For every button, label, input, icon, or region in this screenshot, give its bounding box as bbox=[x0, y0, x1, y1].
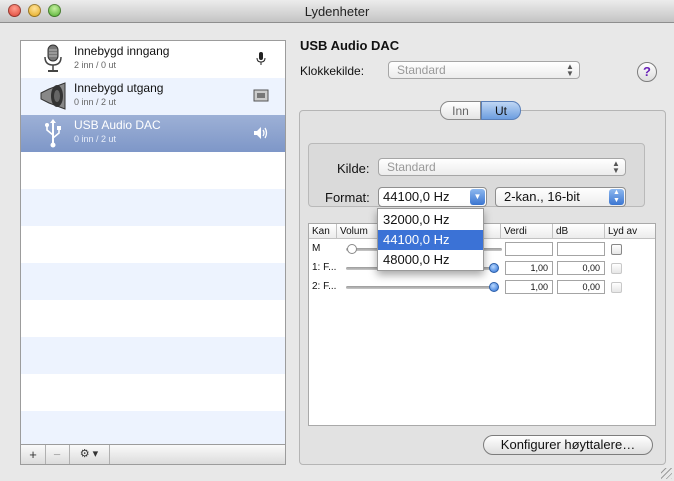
gear-menu-button[interactable]: ⚙ ▾ bbox=[69, 445, 110, 464]
empty-row-stripe bbox=[21, 411, 285, 448]
source-value: Standard bbox=[387, 160, 436, 174]
format-dropdown-menu: 32000,0 Hz 44100,0 Hz 48000,0 Hz bbox=[377, 208, 484, 271]
mic-status-icon bbox=[256, 52, 266, 65]
device-channels: 0 inn / 2 ut bbox=[74, 97, 117, 107]
db-field[interactable]: 0,00 bbox=[557, 261, 605, 275]
usb-icon bbox=[45, 119, 61, 148]
device-name: Innebygd utgang bbox=[74, 81, 164, 95]
value-field[interactable]: 1,00 bbox=[505, 280, 553, 294]
resize-grip-icon[interactable] bbox=[661, 468, 672, 479]
device-list-panel: Innebygd inngang 2 inn / 0 ut Innebygd u… bbox=[20, 40, 286, 465]
column-header-db[interactable]: dB bbox=[553, 224, 605, 239]
tab-ut[interactable]: Ut bbox=[481, 101, 521, 120]
channels-value: 2-kan., 16-bit bbox=[504, 189, 580, 204]
speaker-icon bbox=[40, 82, 66, 110]
device-name: USB Audio DAC bbox=[74, 118, 161, 132]
device-channels: 0 inn / 2 ut bbox=[74, 134, 117, 144]
device-title: USB Audio DAC bbox=[300, 38, 400, 53]
source-popup[interactable]: Standard ▲ ▼ bbox=[378, 158, 626, 176]
clock-source-popup[interactable]: Standard ▲ ▼ bbox=[388, 61, 580, 79]
volume-slider-knob[interactable] bbox=[347, 244, 357, 254]
device-channels: 2 inn / 0 ut bbox=[74, 60, 117, 70]
clock-source-label: Klokkekilde: bbox=[300, 64, 365, 78]
empty-row-stripe bbox=[21, 263, 285, 300]
column-header-lyd-av[interactable]: Lyd av bbox=[605, 224, 655, 239]
mute-checkbox[interactable] bbox=[611, 263, 622, 274]
format-popup[interactable]: 44100,0 Hz ▼ bbox=[378, 187, 487, 207]
speaker-volume-icon bbox=[254, 127, 268, 139]
db-field[interactable]: 0,00 bbox=[557, 280, 605, 294]
device-name: Innebygd inngang bbox=[74, 44, 170, 58]
device-toolbar: + − ⚙ ▾ bbox=[21, 444, 285, 464]
format-option[interactable]: 48000,0 Hz bbox=[378, 250, 483, 270]
window-title: Lydenheter bbox=[304, 4, 370, 19]
popup-arrows-icon: ▲ ▼ bbox=[612, 159, 620, 175]
help-button[interactable]: ? bbox=[637, 62, 657, 82]
device-row-usb-audio-dac[interactable]: USB Audio DAC 0 inn / 2 ut bbox=[21, 115, 285, 152]
clock-source-value: Standard bbox=[397, 63, 446, 77]
format-label: Format: bbox=[325, 190, 370, 205]
mute-checkbox[interactable] bbox=[611, 282, 622, 293]
tab-inn[interactable]: Inn bbox=[440, 101, 481, 120]
column-header-kan[interactable]: Kan bbox=[309, 224, 337, 239]
channel-name: 2: F... bbox=[312, 281, 337, 292]
source-label: Kilde: bbox=[337, 161, 370, 176]
volume-slider-knob[interactable] bbox=[489, 263, 499, 273]
mute-checkbox[interactable] bbox=[611, 244, 622, 255]
title-bar: Lydenheter bbox=[0, 0, 674, 23]
format-option-selected[interactable]: 44100,0 Hz bbox=[378, 230, 483, 250]
db-field[interactable] bbox=[557, 242, 605, 256]
channel-name: M bbox=[312, 243, 321, 254]
device-row-builtin-output[interactable]: Innebygd utgang 0 inn / 2 ut bbox=[21, 78, 285, 115]
volume-slider[interactable] bbox=[346, 286, 496, 289]
empty-row-stripe bbox=[21, 337, 285, 374]
microphone-icon bbox=[44, 44, 62, 72]
remove-device-button[interactable]: − bbox=[45, 445, 70, 464]
channels-popup[interactable]: 2-kan., 16-bit ▲ ▼ bbox=[495, 187, 626, 207]
column-header-verdi[interactable]: Verdi bbox=[501, 224, 553, 239]
system-output-icon bbox=[253, 89, 269, 102]
popup-arrows-icon: ▲ ▼ bbox=[609, 189, 624, 205]
value-field[interactable] bbox=[505, 242, 553, 256]
format-value: 44100,0 Hz bbox=[383, 189, 450, 204]
device-row-builtin-input[interactable]: Innebygd inngang 2 inn / 0 ut bbox=[21, 41, 285, 78]
configure-speakers-button[interactable]: Konfigurer høyttalere… bbox=[483, 435, 653, 455]
empty-row-stripe bbox=[21, 189, 285, 226]
popup-arrows-icon: ▲ ▼ bbox=[566, 62, 574, 78]
value-field[interactable]: 1,00 bbox=[505, 261, 553, 275]
chevron-down-icon: ▼ bbox=[470, 189, 485, 205]
channel-name: 1: F... bbox=[312, 262, 337, 273]
format-option[interactable]: 32000,0 Hz bbox=[378, 210, 483, 230]
volume-slider-knob[interactable] bbox=[489, 282, 499, 292]
add-device-button[interactable]: + bbox=[21, 445, 46, 464]
device-list: Innebygd inngang 2 inn / 0 ut Innebygd u… bbox=[21, 41, 285, 448]
